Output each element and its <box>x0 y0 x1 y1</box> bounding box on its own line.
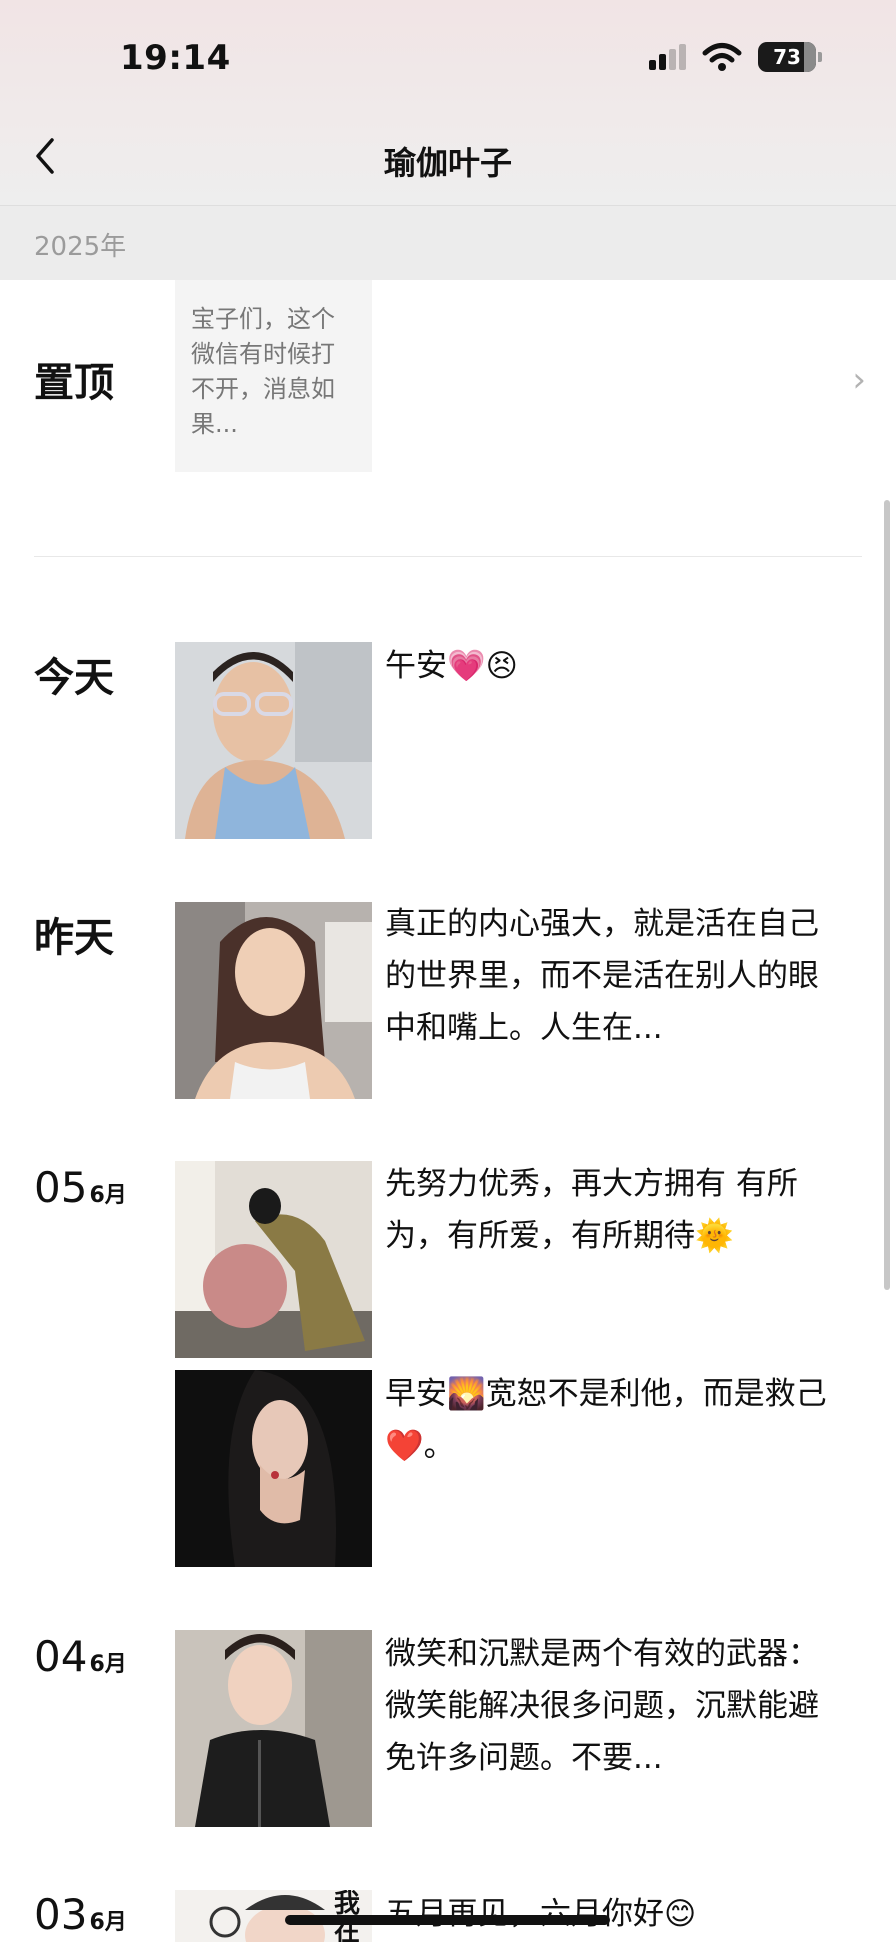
top-bar: 19:14 73 瑜伽叶子 <box>0 0 896 205</box>
photo-selfie-black-vest <box>175 1630 372 1827</box>
month-label: 6月 <box>89 1910 127 1935</box>
year-header: 2025年 <box>0 205 896 280</box>
photo-dark-portrait <box>175 1370 372 1567</box>
cellular-signal-icon <box>649 44 686 70</box>
day-number: 04 <box>34 1632 88 1681</box>
date-label: 036月 <box>34 1890 127 1939</box>
divider <box>34 556 862 557</box>
post-text[interactable]: 早安🌄宽恕不是利他，而是救己❤️。 <box>385 1368 845 1472</box>
month-label: 6月 <box>89 1652 127 1677</box>
status-icons: 73 <box>649 42 822 72</box>
day-label-today: 今天 <box>34 655 114 701</box>
chevron-right-icon: › <box>852 360 866 400</box>
day-number: 05 <box>34 1163 88 1212</box>
photo-yoga-ball <box>175 1161 372 1358</box>
page-title: 瑜伽叶子 <box>383 144 512 182</box>
post-text[interactable]: 微笑和沉默是两个有效的武器：微笑能解决很多问题，沉默能避免许多问题。不要... <box>385 1628 845 1784</box>
date-label: 046月 <box>34 1632 127 1681</box>
wifi-icon <box>702 43 742 71</box>
scrollbar[interactable] <box>884 500 890 1290</box>
home-indicator[interactable] <box>285 1915 610 1925</box>
battery-icon: 73 <box>758 42 822 72</box>
status-time: 19:14 <box>120 38 231 78</box>
post-thumbnail[interactable] <box>175 1630 372 1827</box>
post-text[interactable]: 午安💗😣 <box>385 640 845 692</box>
pinned-label: 置顶 <box>34 360 114 406</box>
post-thumbnail[interactable] <box>175 1370 372 1567</box>
photo-portrait-woman <box>175 902 372 1099</box>
post-text[interactable]: 先努力优秀，再大方拥有 有所为，有所爱，有所期待🌞 <box>385 1158 845 1262</box>
photo-selfie-glasses <box>175 642 372 839</box>
month-label: 6月 <box>89 1183 127 1208</box>
pinned-section[interactable]: 置顶 宝子们，这个微信有时候打不开，消息如果... › <box>0 280 896 560</box>
year-label: 2025年 <box>34 232 127 262</box>
post-thumbnail[interactable] <box>175 902 372 1099</box>
post-thumbnail[interactable] <box>175 1161 372 1358</box>
pinned-post-preview[interactable]: 宝子们，这个微信有时候打不开，消息如果... <box>175 280 372 472</box>
post-thumbnail[interactable] <box>175 642 372 839</box>
day-number: 03 <box>34 1890 88 1939</box>
post-text[interactable]: 五月再见，六月你好😊 <box>385 1888 845 1940</box>
battery-level: 73 <box>773 45 801 69</box>
date-label: 056月 <box>34 1163 127 1212</box>
day-label-yesterday: 昨天 <box>34 915 114 961</box>
post-text[interactable]: 真正的内心强大，就是活在自己的世界里，而不是活在别人的眼中和嘴上。人生在... <box>385 898 845 1054</box>
